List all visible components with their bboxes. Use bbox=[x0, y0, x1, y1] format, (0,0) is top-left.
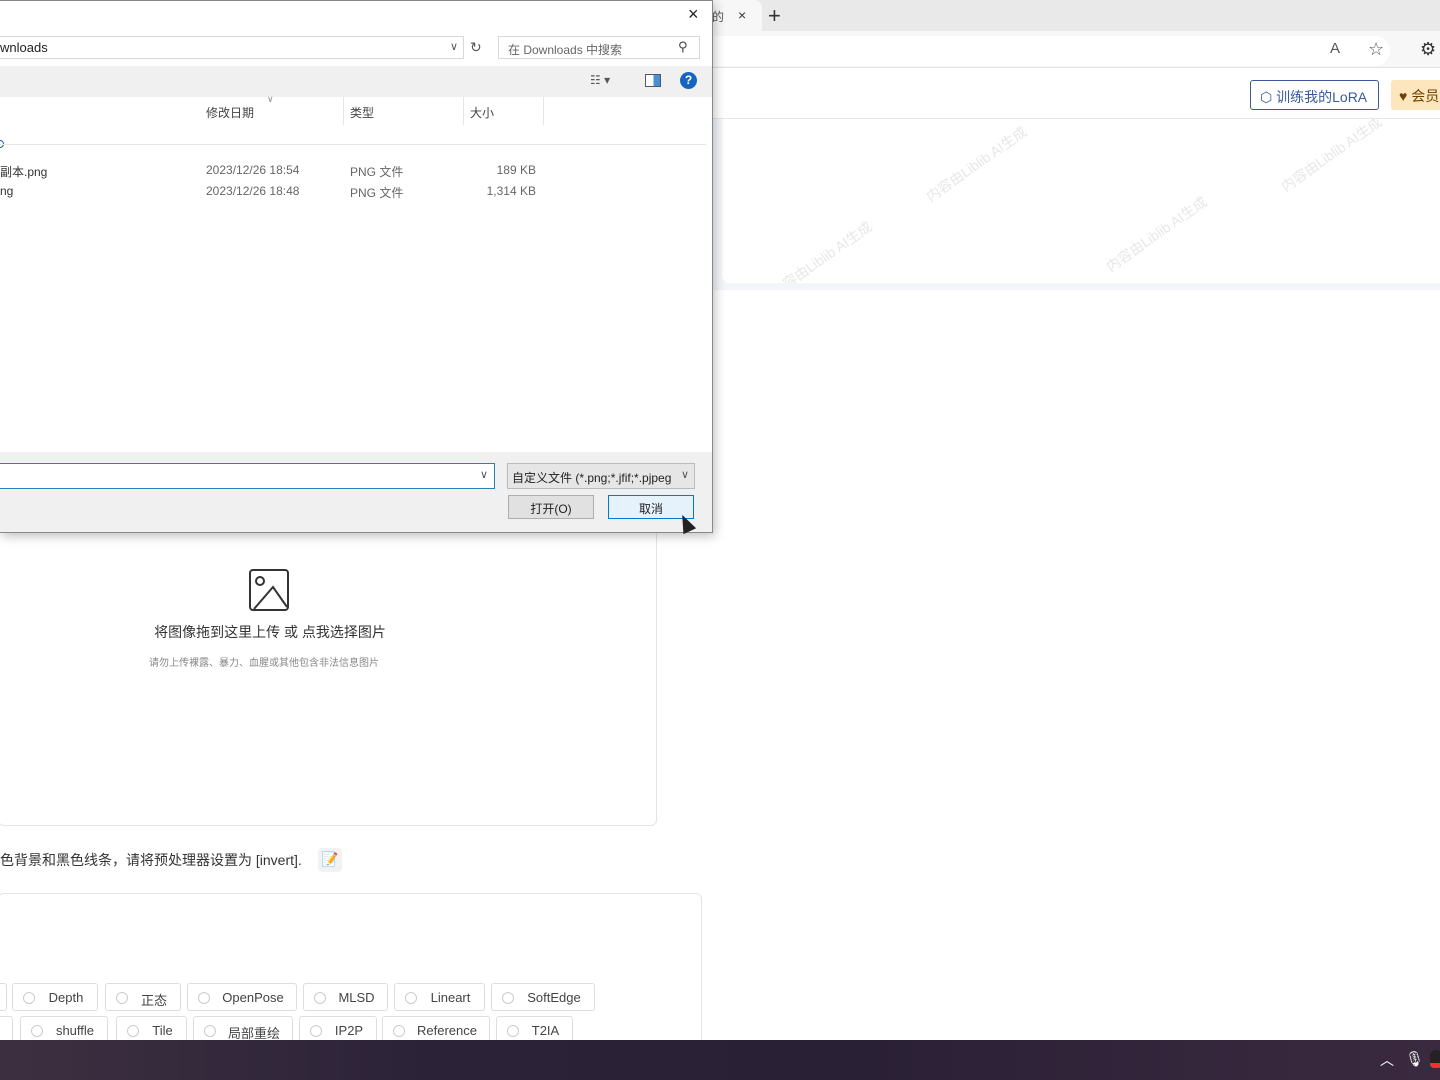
group-divider bbox=[0, 144, 706, 145]
address-bar[interactable] bbox=[700, 36, 1390, 66]
radio-icon bbox=[310, 1025, 322, 1037]
refresh-icon[interactable]: ↻ bbox=[470, 39, 482, 56]
watermark: 内容由Liblib AI生成 bbox=[923, 123, 1030, 205]
radio-icon bbox=[23, 992, 35, 1004]
column-type[interactable]: 类型 bbox=[344, 97, 464, 125]
search-icon[interactable]: ⚲ bbox=[678, 39, 688, 55]
control-type-openpose[interactable]: OpenPose bbox=[187, 983, 297, 1011]
radio-icon bbox=[393, 1025, 405, 1037]
upload-subtitle: 请勿上传裸露、暴力、血腥或其他包含非法信息图片 bbox=[149, 658, 379, 669]
favorite-star-icon[interactable]: ☆ bbox=[1368, 39, 1384, 60]
control-type-lineart[interactable]: Lineart bbox=[394, 983, 485, 1011]
chip-label: Lineart bbox=[430, 990, 471, 1005]
dialog-address-bar[interactable]: wnloads bbox=[0, 36, 464, 59]
vip-label: 会员 bbox=[1411, 88, 1440, 104]
page-body-right bbox=[712, 290, 1440, 1040]
file-row[interactable]: ng 2023/12/26 18:48 PNG 文件 1,314 KB bbox=[0, 181, 712, 201]
file-row[interactable]: 副本.png 2023/12/26 18:54 PNG 文件 189 KB bbox=[0, 160, 712, 180]
file-date: 2023/12/26 18:48 bbox=[206, 184, 300, 198]
chip-label: Depth bbox=[48, 990, 84, 1005]
extensions-icon[interactable]: ⚙ bbox=[1420, 39, 1436, 60]
read-aloud-icon[interactable]: A bbox=[1330, 40, 1340, 57]
close-icon[interactable]: × bbox=[688, 4, 699, 25]
control-type-card: Depth 正态 OpenPose MLSD Lineart SoftEdge … bbox=[0, 893, 702, 1053]
control-type-normal[interactable]: 正态 bbox=[105, 983, 181, 1011]
edit-note-icon[interactable]: 📝 bbox=[318, 848, 342, 872]
open-button[interactable]: 打开(O) bbox=[508, 495, 594, 519]
chip-label: Reference bbox=[417, 1023, 477, 1038]
file-type: PNG 文件 bbox=[350, 186, 404, 200]
result-card: 内容由Liblib AI生成 内容由Liblib AI生成 内容由Liblib … bbox=[722, 119, 1440, 283]
filename-input[interactable] bbox=[0, 463, 495, 489]
search-input[interactable]: 在 Downloads 中搜索 bbox=[498, 36, 700, 59]
radio-icon bbox=[127, 1025, 139, 1037]
control-type-softedge[interactable]: SoftEdge bbox=[491, 983, 595, 1011]
radio-icon bbox=[405, 992, 417, 1004]
taskbar bbox=[0, 1040, 1440, 1080]
new-tab-button[interactable]: + bbox=[768, 3, 781, 29]
qq-icon[interactable] bbox=[1430, 1050, 1440, 1068]
chip-label: SoftEdge bbox=[527, 990, 581, 1005]
control-type-depth[interactable]: Depth bbox=[12, 983, 98, 1011]
chip-label: 局部重绘 bbox=[227, 1026, 280, 1041]
diamond-icon: ♥ bbox=[1399, 88, 1412, 104]
chip-label: OpenPose bbox=[222, 990, 284, 1005]
chevron-down-icon[interactable]: ∨ bbox=[480, 468, 488, 481]
microphone-icon[interactable]: 🎙 bbox=[1405, 1050, 1424, 1068]
tab-title: 的 bbox=[712, 10, 725, 24]
chevron-down-icon[interactable]: ∨ bbox=[681, 468, 689, 481]
file-size: 189 KB bbox=[496, 163, 536, 177]
control-type-mlsd[interactable]: MLSD bbox=[303, 983, 388, 1011]
radio-icon bbox=[507, 1025, 519, 1037]
watermark: 内容由Liblib AI生成 bbox=[1278, 119, 1385, 195]
file-name: 副本.png bbox=[0, 165, 48, 179]
watermark: 内容由Liblib AI生成 bbox=[768, 218, 875, 283]
column-size[interactable]: 大小 bbox=[464, 97, 544, 125]
file-type: PNG 文件 bbox=[350, 165, 404, 179]
file-size: 1,314 KB bbox=[486, 184, 536, 198]
chevron-down-icon[interactable]: ∨ bbox=[450, 40, 458, 53]
image-icon bbox=[249, 569, 289, 611]
chevron-up-icon[interactable]: ︿ bbox=[1380, 1050, 1394, 1070]
preview-pane-icon[interactable] bbox=[645, 74, 661, 87]
upload-title: 将图像拖到这里上传 或 点我选择图片 bbox=[154, 624, 386, 640]
hint-text: 色背景和黑色线条，请将预处理器设置为 [invert]. bbox=[0, 852, 302, 868]
radio-icon bbox=[314, 992, 326, 1004]
radio-icon bbox=[204, 1025, 216, 1037]
radio-icon bbox=[502, 992, 514, 1004]
sort-chevron-icon: ∨ bbox=[267, 94, 274, 104]
file-name: ng bbox=[0, 184, 14, 198]
radio-icon bbox=[116, 992, 128, 1004]
control-chip-hidden[interactable] bbox=[0, 983, 7, 1011]
radio-icon bbox=[31, 1025, 43, 1037]
view-options-icon[interactable]: ☷ ▾ bbox=[590, 73, 610, 87]
help-icon[interactable]: ? bbox=[680, 72, 697, 89]
file-type-select[interactable]: 自定义文件 (*.png;*.jfif;*.pjpeg bbox=[507, 463, 695, 489]
vip-button[interactable]: ♥ 会员 bbox=[1391, 80, 1440, 110]
train-lora-label: 训练我的LoRA bbox=[1276, 89, 1368, 105]
radio-icon bbox=[198, 992, 210, 1004]
tab-close-icon[interactable]: × bbox=[738, 7, 746, 23]
watermark: 内容由Liblib AI生成 bbox=[1103, 193, 1210, 275]
file-date: 2023/12/26 18:54 bbox=[206, 163, 300, 177]
train-lora-button[interactable]: ⬡ 训练我的LoRA bbox=[1250, 80, 1379, 110]
cube-icon: ⬡ bbox=[1260, 89, 1277, 105]
